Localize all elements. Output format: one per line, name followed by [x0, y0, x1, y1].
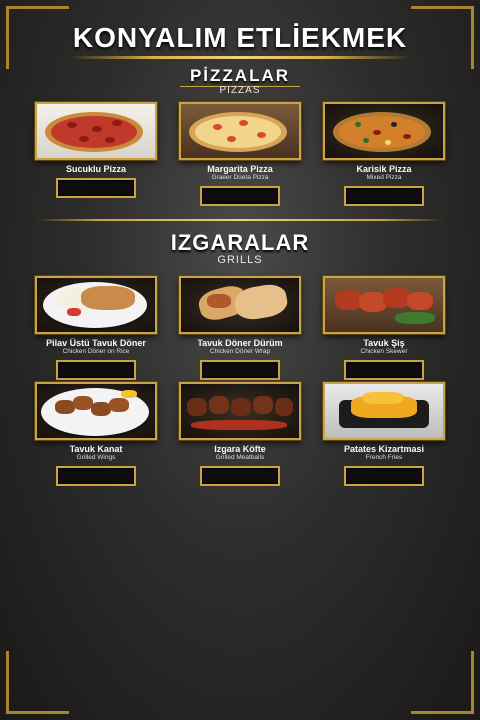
menu-item-karisik-pizza[interactable]: Karisik Pizza Mixed Pizza	[323, 102, 445, 206]
pizzas-title: PİZZALAR	[189, 66, 291, 85]
price-box	[56, 178, 136, 198]
pilav-ustu-tavuk-doner-image	[35, 276, 157, 334]
price-box	[56, 466, 136, 486]
item-name: Tavuk Kanat	[69, 444, 123, 454]
item-subtitle: Chicken Döner on Rice	[62, 348, 130, 355]
section-divider	[36, 219, 444, 221]
grills-section-header: IZGARALAR GRILLS	[0, 230, 480, 266]
tavuk-kanat-image	[35, 382, 157, 440]
item-subtitle: Grilled Wings	[76, 454, 116, 461]
menu-item-margarita-pizza[interactable]: Margarita Pizza Graeer Düeta Pizza	[179, 102, 301, 206]
item-name: Margarita Pizza	[207, 164, 273, 174]
price-box	[200, 466, 280, 486]
item-name: Patates Kizartmasi	[343, 444, 425, 454]
item-subtitle: Chicken Skewer	[360, 348, 408, 355]
pizzas-subtitle: PIZZAS	[219, 85, 261, 96]
karisik-pizza-image	[323, 102, 445, 160]
item-subtitle: Mixed Pizza	[366, 174, 402, 181]
item-subtitle: Grilled Meatballs	[215, 454, 265, 461]
item-subtitle: French Fries	[365, 454, 403, 461]
menu-item-izgara-kofte[interactable]: Izgara Köfte Grilled Meatballs	[179, 382, 301, 486]
menu-item-tavuk-doner-durum[interactable]: Tavuk Döner Dürüm Chicken Döner Wrap	[179, 276, 301, 380]
frame-corner-bottom-left	[6, 651, 69, 714]
price-box	[344, 466, 424, 486]
grills-title: IZGARALAR	[170, 230, 310, 255]
item-name: Karisik Pizza	[356, 164, 412, 174]
menu-item-sucuklu-pizza[interactable]: Sucuklu Pizza	[35, 102, 157, 198]
grills-subtitle: GRILLS	[217, 254, 263, 266]
menu-item-pilav-ustu-tavuk-doner[interactable]: Pilav Üstü Tavuk Döner Chicken Döner on …	[35, 276, 157, 380]
item-name: Izgara Köfte	[214, 444, 266, 454]
frame-corner-bottom-right	[411, 651, 474, 714]
izgara-kofte-image	[179, 382, 301, 440]
patates-kizartmasi-image	[323, 382, 445, 440]
menu-item-patates-kizartmasi[interactable]: Patates Kizartmasi French Fries	[323, 382, 445, 486]
item-name: Pilav Üstü Tavuk Döner	[46, 338, 146, 348]
item-name: Tavuk Döner Dürüm	[197, 338, 283, 348]
item-subtitle: Graeer Düeta Pizza	[211, 174, 269, 181]
sucuklu-pizza-image	[35, 102, 157, 160]
tavuk-sis-image	[323, 276, 445, 334]
menu-header: KONYALIM ETLİEKMEK	[60, 22, 420, 59]
restaurant-title: KONYALIM ETLİEKMEK	[72, 22, 408, 53]
margarita-pizza-image	[179, 102, 301, 160]
pizzas-section-header: PİZZALAR PIZZAS	[0, 66, 480, 96]
tavuk-doner-durum-image	[179, 276, 301, 334]
frame-corner-top-right	[411, 6, 474, 69]
price-box	[200, 360, 280, 380]
menu-item-tavuk-sis[interactable]: Tavuk Şiş Chicken Skewer	[323, 276, 445, 380]
price-box	[344, 186, 424, 206]
item-name: Sucuklu Pizza	[65, 164, 127, 174]
price-box	[56, 360, 136, 380]
price-box	[200, 186, 280, 206]
price-box	[344, 360, 424, 380]
menu-item-tavuk-kanat[interactable]: Tavuk Kanat Grilled Wings	[35, 382, 157, 486]
item-name: Tavuk Şiş	[363, 338, 405, 348]
item-subtitle: Chicken Döner Wrap	[209, 348, 271, 355]
title-underline	[70, 56, 410, 59]
